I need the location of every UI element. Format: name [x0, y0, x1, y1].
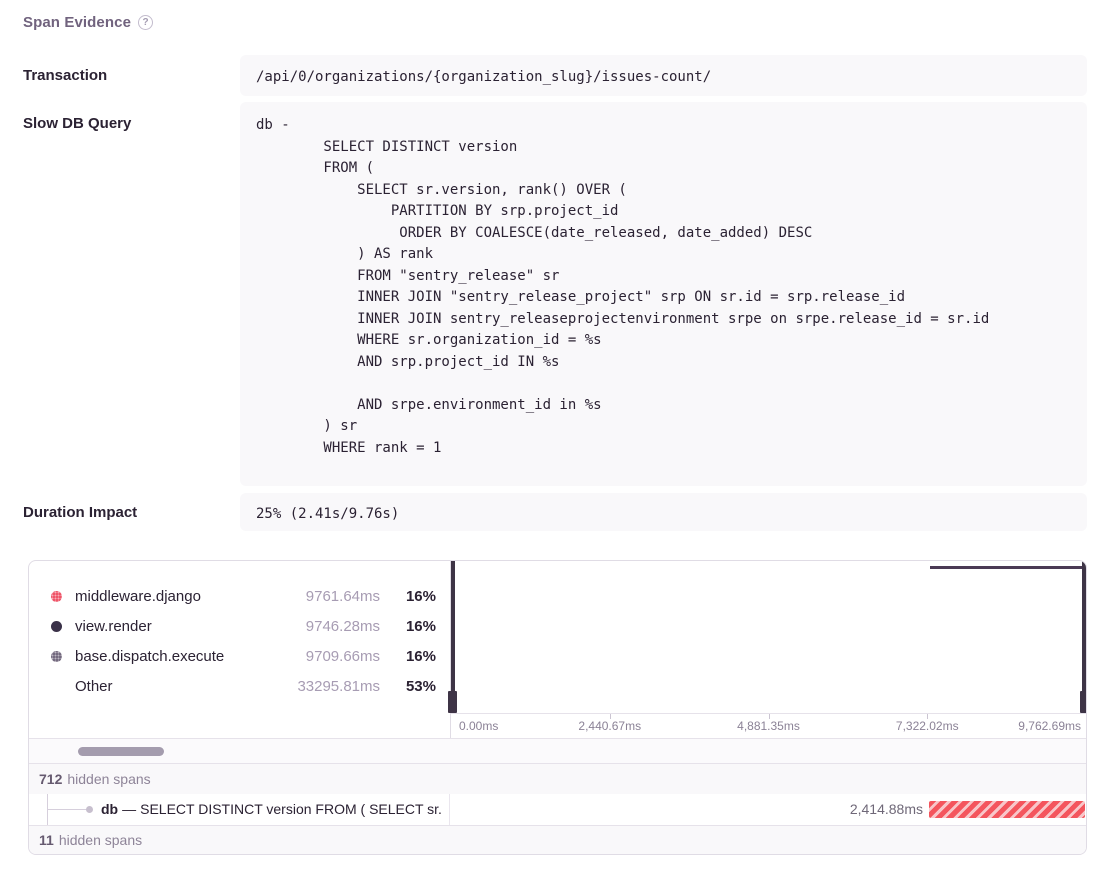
legend-label: Other	[75, 678, 113, 695]
legend-label: view.render	[75, 618, 152, 635]
slow-span-bar[interactable]	[929, 801, 1085, 818]
legend-percent: 53%	[380, 678, 436, 695]
legend-duration: 33295.81ms	[297, 678, 380, 695]
hidden-spans-count: 712	[39, 771, 62, 787]
minimap-left-handle[interactable]	[451, 561, 455, 713]
legend-duration: 9709.66ms	[306, 648, 380, 665]
hidden-spans-text: hidden spans	[67, 771, 150, 787]
span-tree-chart: middleware.django 9761.64ms 16% view.ren…	[28, 560, 1087, 855]
page-title: Span Evidence	[23, 14, 131, 31]
minimap[interactable]	[451, 561, 1086, 713]
time-axis: 0.00ms 2,440.67ms 4,881.35ms 7,322.02ms …	[451, 713, 1086, 738]
hidden-spans-row-below: 11 hidden spans	[29, 825, 1086, 854]
legend-label: middleware.django	[75, 588, 201, 605]
slow-db-query-sql: db - SELECT DISTINCT version FROM ( SELE…	[256, 115, 1071, 459]
legend-duration: 9761.64ms	[306, 588, 380, 605]
legend-percent: 16%	[380, 588, 436, 605]
panel-header: Span Evidence ?	[23, 14, 153, 31]
span-row-duration-cell[interactable]: 2,414.88ms	[450, 794, 1086, 825]
span-duration: 2,414.88ms	[850, 794, 923, 825]
legend-label: base.dispatch.execute	[75, 648, 224, 665]
axis-label: 2,440.67ms	[578, 719, 641, 733]
span-op: db	[101, 801, 118, 817]
series-dot-icon	[51, 591, 62, 602]
duration-impact-value: 25% (2.41s/9.76s)	[256, 504, 1071, 526]
axis-label: 4,881.35ms	[737, 719, 800, 733]
slow-db-query-label: Slow DB Query	[23, 115, 131, 132]
minimap-right-handle[interactable]	[1082, 561, 1086, 713]
legend-duration: 9746.28ms	[306, 618, 380, 635]
span-row-title-cell[interactable]: db—SELECT DISTINCT version FROM ( SELECT…	[29, 794, 450, 825]
scrollbar-thumb[interactable]	[78, 747, 164, 756]
tree-node-dot-icon	[86, 806, 93, 813]
horizontal-scrollbar[interactable]	[29, 738, 1086, 763]
transaction-value-cell: /api/0/organizations/{organization_slug}…	[240, 55, 1087, 96]
span-description: SELECT DISTINCT version FROM ( SELECT sr…	[140, 801, 442, 817]
span-title: db—SELECT DISTINCT version FROM ( SELECT…	[101, 794, 442, 825]
hidden-spans-count: 11	[39, 832, 54, 848]
duration-impact-cell: 25% (2.41s/9.76s)	[240, 493, 1087, 531]
hidden-spans-text: hidden spans	[59, 832, 142, 848]
help-icon[interactable]: ?	[138, 15, 153, 30]
duration-impact-label: Duration Impact	[23, 504, 137, 521]
ops-breakdown-legend: middleware.django 9761.64ms 16% view.ren…	[29, 561, 450, 738]
hidden-spans-row-above: 712 hidden spans	[29, 763, 1086, 794]
series-dot-icon	[51, 651, 62, 662]
slow-db-query-cell: db - SELECT DISTINCT version FROM ( SELE…	[240, 102, 1087, 486]
minimap-span-line	[930, 566, 1085, 569]
legend-row-middleware-django: middleware.django 9761.64ms 16%	[29, 581, 450, 611]
span-row-db[interactable]: db—SELECT DISTINCT version FROM ( SELECT…	[29, 794, 1086, 825]
span-separator: —	[122, 801, 136, 817]
legend-percent: 16%	[380, 648, 436, 665]
minimap-right-grip[interactable]	[1080, 691, 1087, 713]
axis-label: 0.00ms	[459, 719, 498, 733]
legend-percent: 16%	[380, 618, 436, 635]
transaction-label: Transaction	[23, 67, 107, 84]
transaction-value: /api/0/organizations/{organization_slug}…	[256, 67, 1071, 89]
axis-label: 9,762.69ms	[1018, 719, 1081, 733]
legend-row-base-dispatch-execute: base.dispatch.execute 9709.66ms 16%	[29, 641, 450, 671]
tree-connector-horizontal	[47, 809, 89, 810]
axis-label: 7,322.02ms	[896, 719, 959, 733]
minimap-left-grip[interactable]	[448, 691, 457, 713]
series-dot-icon	[51, 621, 62, 632]
legend-row-view-render: view.render 9746.28ms 16%	[29, 611, 450, 641]
legend-row-other: Other 33295.81ms 53%	[29, 671, 450, 701]
